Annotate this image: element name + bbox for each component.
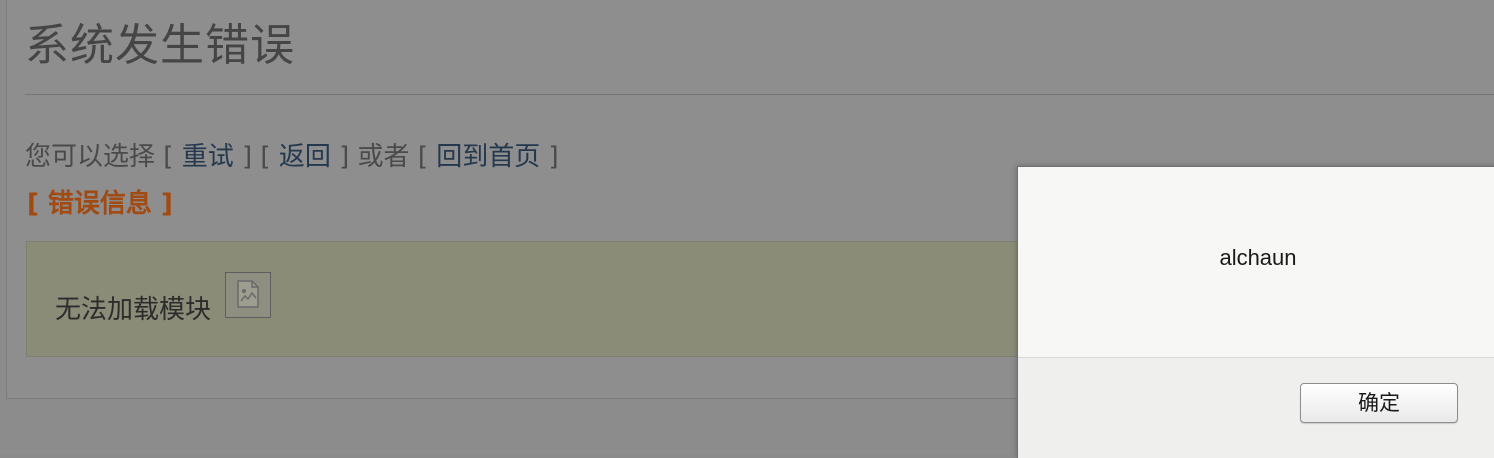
broken-image-icon — [225, 272, 271, 318]
home-link[interactable]: 回到首页 — [436, 142, 540, 172]
options-line: 您可以选择 [ 重试 ] [ 返回 ] 或者 [ 回到首页 ] — [25, 138, 559, 176]
alert-body: alchaun — [1018, 167, 1494, 358]
alert-message: alchaun — [1219, 245, 1297, 270]
retry-link[interactable]: 重试 — [182, 142, 234, 172]
back-link[interactable]: 返回 — [279, 142, 331, 172]
or-text: 或者 — [357, 142, 410, 172]
alert-footer: 确定 — [1018, 358, 1494, 458]
bracket-open: [ — [163, 142, 174, 172]
bracket-open: [ — [260, 142, 271, 172]
bracket-close: ] — [241, 142, 253, 172]
bracket-close: ] — [339, 142, 350, 172]
alert-dialog: alchaun 确定 — [1017, 166, 1494, 458]
bracket-close: ] — [548, 142, 559, 172]
page-title: 系统发生错误 — [25, 20, 295, 71]
bracket-open: [ — [417, 142, 428, 172]
options-prefix: 您可以选择 — [25, 142, 156, 172]
title-divider — [25, 94, 1494, 95]
error-message: 无法加载模块 — [55, 295, 212, 325]
ok-button[interactable]: 确定 — [1300, 383, 1458, 423]
error-info-link[interactable]: [ 错误信息 ] — [27, 185, 173, 223]
